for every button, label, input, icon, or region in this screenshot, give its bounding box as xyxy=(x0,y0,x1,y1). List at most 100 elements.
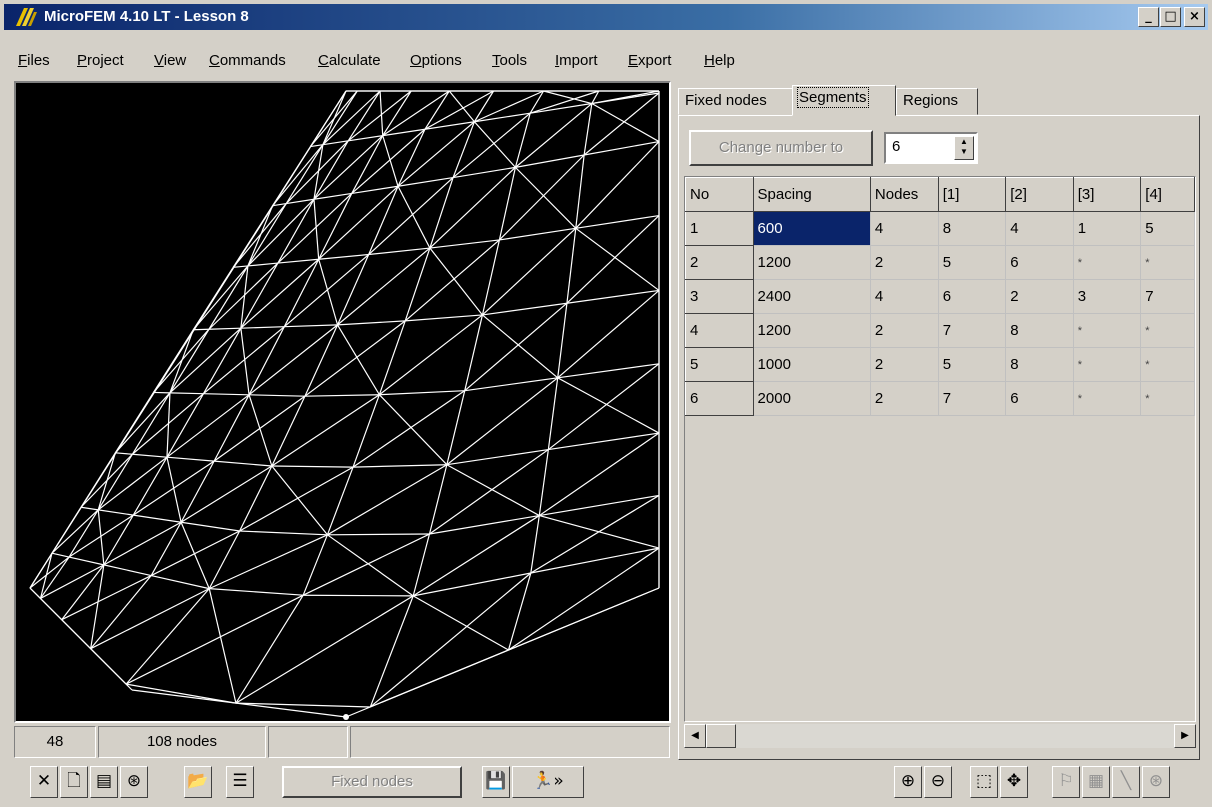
layers-icon[interactable]: ▤ xyxy=(90,766,118,798)
grid-cell[interactable]: 6 xyxy=(1005,245,1074,280)
scroll-thumb[interactable] xyxy=(706,724,736,748)
column-header[interactable]: [2] xyxy=(1005,177,1074,212)
scroll-right-icon[interactable]: ▶ xyxy=(1174,724,1196,748)
minimize-button[interactable]: _ xyxy=(1138,7,1159,27)
grid-cell[interactable]: 600 xyxy=(753,211,871,246)
row-header[interactable]: 1 xyxy=(685,211,754,246)
menu-export[interactable]: Export xyxy=(628,52,671,69)
menu-tools[interactable]: Tools xyxy=(492,52,527,69)
new-document-icon[interactable]: 🗋 xyxy=(60,766,88,798)
row-header[interactable]: 6 xyxy=(685,381,754,416)
grid-cell[interactable]: * xyxy=(1073,347,1142,382)
grid-cell[interactable]: 2400 xyxy=(753,279,871,314)
grid-cell[interactable]: 8 xyxy=(1005,313,1074,348)
grid-horizontal-scrollbar[interactable]: ◀ ▶ xyxy=(684,724,1196,748)
grid-cell[interactable]: 2 xyxy=(870,381,939,416)
open-folder-icon[interactable]: 📂 xyxy=(184,766,212,798)
menu-project[interactable]: Project xyxy=(77,52,124,69)
column-header[interactable]: [1] xyxy=(937,177,1007,212)
run-icon[interactable]: 🏃» xyxy=(512,766,584,798)
grid-cell[interactable]: 5 xyxy=(1140,211,1195,246)
mesh-canvas[interactable] xyxy=(14,81,671,723)
list-icon[interactable]: ☰ xyxy=(226,766,254,798)
tab-regions[interactable]: Regions xyxy=(896,88,978,115)
number-spinner[interactable]: 6 ▲ ▼ xyxy=(884,132,978,164)
menu-commands[interactable]: Commands xyxy=(209,52,286,69)
grid-cell[interactable]: 2 xyxy=(1005,279,1074,314)
grid-cell[interactable]: 1200 xyxy=(753,313,871,348)
scroll-left-icon[interactable]: ◀ xyxy=(684,724,706,748)
table-row[interactable]: 6 2000 2 7 6 * * xyxy=(685,381,1195,416)
grid-cell[interactable]: * xyxy=(1140,347,1195,382)
grid-cell[interactable]: 1200 xyxy=(753,245,871,280)
menu-help[interactable]: Help xyxy=(704,52,735,69)
grid-cell[interactable]: 2 xyxy=(870,245,939,280)
wheel-tool-icon[interactable]: ⊛ xyxy=(1142,766,1170,798)
grid-cell[interactable]: * xyxy=(1073,245,1142,280)
save-icon[interactable]: 💾 xyxy=(482,766,510,798)
menu-view[interactable]: View xyxy=(154,52,186,69)
grid-cell[interactable]: 8 xyxy=(938,211,1007,246)
node-tool-icon[interactable]: ⚐ xyxy=(1052,766,1080,798)
segments-grid[interactable]: No Spacing Nodes [1] [2] [3] [4] 1 600 4 8 4 1 5 2 1200… xyxy=(684,176,1196,722)
zoom-out-icon[interactable]: ⊖ xyxy=(924,766,952,798)
menu-options[interactable]: Options xyxy=(410,52,462,69)
grid-cell[interactable]: 5 xyxy=(938,245,1007,280)
row-header[interactable]: 4 xyxy=(685,313,754,348)
grid-cell[interactable]: * xyxy=(1140,245,1195,280)
change-number-button[interactable]: Change number to xyxy=(689,130,873,166)
tab-fixed-nodes[interactable]: Fixed nodes xyxy=(678,88,794,115)
grid-cell[interactable]: * xyxy=(1073,381,1142,416)
column-header[interactable]: Spacing xyxy=(752,177,871,212)
grid-cell[interactable]: 7 xyxy=(1140,279,1195,314)
fixed-nodes-button[interactable]: Fixed nodes xyxy=(282,766,462,798)
select-zoom-icon[interactable]: ⬚ xyxy=(970,766,998,798)
grid-cell[interactable]: 2 xyxy=(870,347,939,382)
mesh-edge xyxy=(322,90,347,145)
column-header[interactable]: Nodes xyxy=(869,177,939,212)
grid-cell[interactable]: 4 xyxy=(1005,211,1074,246)
grid-cell[interactable]: 8 xyxy=(1005,347,1074,382)
mesh-icon[interactable]: ⊛ xyxy=(120,766,148,798)
grid-cell[interactable]: 2 xyxy=(870,313,939,348)
grid-cell[interactable]: 4 xyxy=(870,211,939,246)
grid-cell[interactable]: 6 xyxy=(938,279,1007,314)
line-tool-icon[interactable]: ╲ xyxy=(1112,766,1140,798)
grid-cell[interactable]: 7 xyxy=(938,381,1007,416)
grid-cell[interactable]: 4 xyxy=(870,279,939,314)
table-row[interactable]: 5 1000 2 5 8 * * xyxy=(685,347,1195,382)
table-row[interactable]: 1 600 4 8 4 1 5 xyxy=(685,211,1195,246)
grid-cell[interactable]: 5 xyxy=(938,347,1007,382)
grid-cell[interactable]: * xyxy=(1140,313,1195,348)
grid-cell[interactable]: * xyxy=(1073,313,1142,348)
grid-cell[interactable]: 2000 xyxy=(753,381,871,416)
grid-cell[interactable]: 6 xyxy=(1005,381,1074,416)
row-header[interactable]: 3 xyxy=(685,279,754,314)
spinner-arrows-icon[interactable]: ▲ ▼ xyxy=(954,136,974,160)
menu-import[interactable]: Import xyxy=(555,52,598,69)
change-number-label: Change number to xyxy=(718,139,844,156)
grid-cell[interactable]: 3 xyxy=(1073,279,1142,314)
table-row[interactable]: 3 2400 4 6 2 3 7 xyxy=(685,279,1195,314)
menu-files[interactable]: Files xyxy=(18,52,50,69)
grid-cell[interactable]: 1000 xyxy=(753,347,871,382)
column-header[interactable]: [3] xyxy=(1072,177,1142,212)
pan-icon[interactable]: ✥ xyxy=(1000,766,1028,798)
grid-cell[interactable]: * xyxy=(1140,381,1195,416)
grid-cell[interactable]: 1 xyxy=(1073,211,1142,246)
row-header[interactable]: 2 xyxy=(685,245,754,280)
row-header[interactable]: 5 xyxy=(685,347,754,382)
menu-calculate[interactable]: Calculate xyxy=(318,52,381,69)
print-tool-icon[interactable]: ▦ xyxy=(1082,766,1110,798)
table-row[interactable]: 2 1200 2 5 6 * * xyxy=(685,245,1195,280)
column-header[interactable]: [4] xyxy=(1140,177,1195,212)
delete-icon[interactable]: ✕ xyxy=(30,766,58,798)
maximize-button[interactable]: □ xyxy=(1160,7,1181,27)
mesh-edge xyxy=(180,460,215,523)
column-header[interactable]: No xyxy=(685,177,754,212)
close-button[interactable]: × xyxy=(1184,7,1205,27)
grid-cell[interactable]: 7 xyxy=(938,313,1007,348)
zoom-in-icon[interactable]: ⊕ xyxy=(894,766,922,798)
table-row[interactable]: 4 1200 2 7 8 * * xyxy=(685,313,1195,348)
tab-segments[interactable]: Segments xyxy=(792,85,896,116)
